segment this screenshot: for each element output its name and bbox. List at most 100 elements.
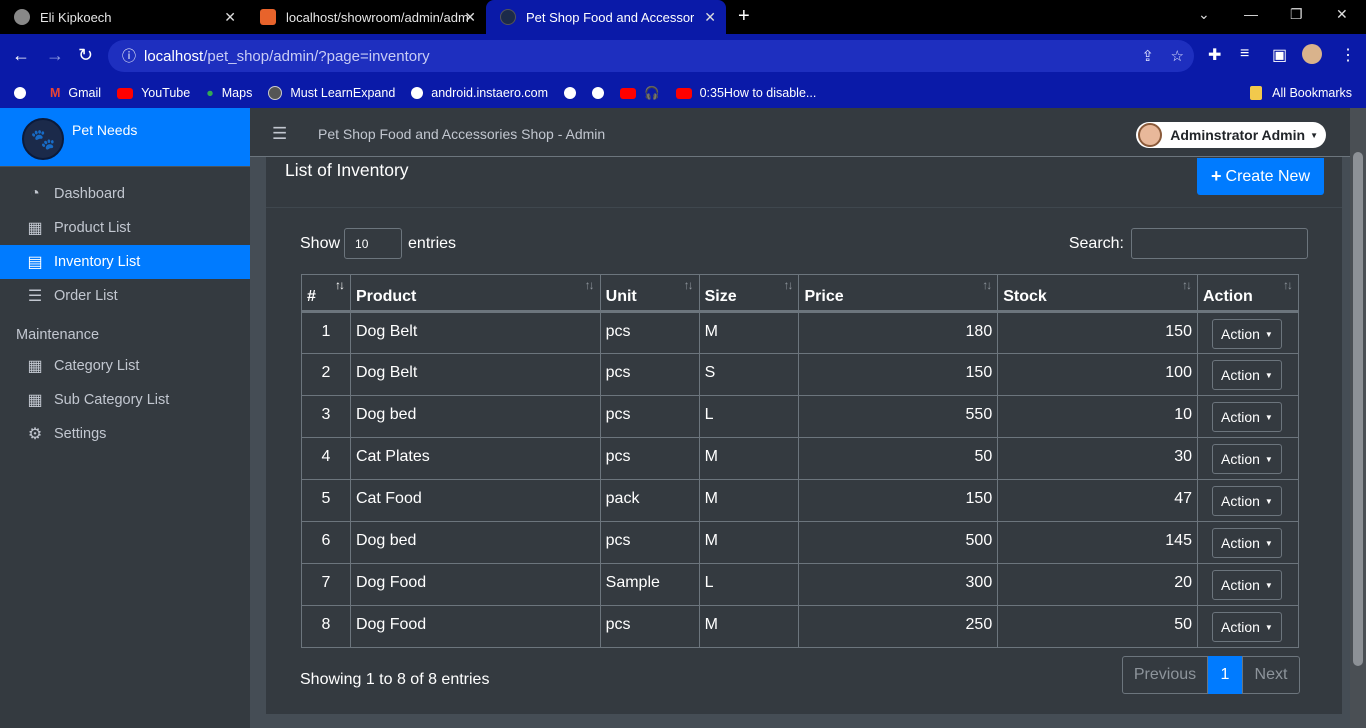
action-dropdown-button[interactable]: Action ▼ — [1211, 360, 1282, 390]
all-bookmarks-label: All Bookmarks — [1272, 86, 1352, 100]
column-header-number[interactable]: # ↑↓ — [301, 274, 351, 313]
sidebar-item-product-list[interactable]: ▦ Product List — [0, 211, 250, 245]
table-row: 7 Dog Food Sample L 300 20 Action ▼ — [301, 563, 1300, 606]
forward-icon[interactable]: → — [46, 45, 64, 66]
close-icon[interactable]: ✕ — [224, 9, 236, 26]
action-dropdown-button[interactable]: Action ▼ — [1211, 570, 1282, 600]
next-label: Next — [1254, 666, 1288, 683]
browser-tab[interactable]: Eli Kipkoech ✕ — [0, 0, 246, 34]
sidebar-item-label: Order List — [54, 288, 118, 304]
bookmark-item[interactable]: 🎧 — [620, 86, 660, 101]
cell-unit: pcs — [599, 353, 700, 396]
create-new-button[interactable]: + Create New — [1197, 158, 1324, 195]
star-icon[interactable]: ☆ — [1171, 47, 1184, 65]
page-number: 1 — [1220, 666, 1230, 683]
action-dropdown-button[interactable]: Action ▼ — [1211, 319, 1282, 349]
sort-icon: ↑↓ — [1283, 278, 1293, 292]
bookmark-item[interactable]: Must LearnExpand — [268, 86, 395, 100]
sidepanel-icon[interactable]: ▣ — [1272, 45, 1287, 65]
caret-down-icon: ▼ — [1264, 454, 1273, 464]
cell-unit: pcs — [599, 395, 700, 438]
youtube-icon — [675, 87, 692, 99]
browser-tab-active[interactable]: Pet Shop Food and Accessories S ✕ — [486, 0, 726, 34]
bookmark-gmail[interactable]: M Gmail — [50, 86, 101, 100]
back-icon[interactable]: ← — [12, 45, 30, 66]
action-dropdown-button[interactable]: Action ▼ — [1211, 528, 1282, 558]
action-dropdown-button[interactable]: Action ▼ — [1211, 486, 1282, 516]
cell-price: 150 — [798, 479, 999, 522]
close-icon[interactable]: ✕ — [704, 9, 716, 26]
column-header-price[interactable]: Price ↑↓ — [798, 274, 999, 313]
sort-icon: ↑↓ — [584, 278, 595, 292]
bookmark-maps[interactable]: ● Maps — [206, 86, 252, 100]
user-menu-button[interactable]: Adminstrator Admin ▼ — [1136, 122, 1326, 148]
header-label: # — [307, 287, 316, 305]
hamburger-menu-icon[interactable]: ☰ — [272, 124, 287, 144]
sidebar-item-order-list[interactable]: ☰ Order List — [0, 279, 250, 313]
page-1-button[interactable]: 1 — [1208, 656, 1242, 694]
clipboard-icon: ▤ — [27, 254, 43, 271]
sidebar-item-category-list[interactable]: ▦ Category List — [0, 349, 250, 383]
extensions-icon[interactable]: ✚ — [1208, 45, 1221, 65]
sidebar-item-dashboard[interactable]: ◔ Dashboard — [0, 177, 250, 211]
caret-down-icon: ▼ — [1264, 329, 1273, 339]
previous-page-button[interactable]: Previous — [1122, 656, 1208, 694]
share-icon[interactable]: ⇪ — [1141, 47, 1154, 65]
media-icon[interactable]: ≡ — [1240, 45, 1249, 63]
cell-number: 4 — [301, 437, 351, 480]
bookmark-item[interactable]: android.instaero.com — [411, 86, 548, 100]
browser-tab[interactable]: localhost/showroom/admin/adm ✕ — [246, 0, 486, 34]
sort-icon: ↑↓ — [1181, 278, 1192, 292]
cell-size: M — [698, 437, 800, 480]
restore-icon[interactable]: ❐ — [1290, 6, 1303, 23]
sidebar-item-settings[interactable]: ⚙ Settings — [0, 417, 250, 451]
entries-select[interactable]: 10 — [344, 228, 403, 259]
scrollbar-thumb[interactable] — [1353, 152, 1363, 666]
cell-size: M — [698, 311, 800, 354]
menu-dots-icon[interactable]: ⋮ — [1340, 45, 1356, 65]
action-dropdown-button[interactable]: Action ▼ — [1211, 444, 1282, 474]
column-header-stock[interactable]: Stock ↑↓ — [997, 274, 1198, 313]
bookmark-label: Must LearnExpand — [290, 86, 396, 100]
plus-icon: + — [1211, 166, 1222, 186]
action-dropdown-button[interactable]: Action ▼ — [1211, 402, 1282, 432]
cell-unit: pcs — [599, 605, 700, 648]
cell-price: 50 — [798, 437, 999, 480]
bookmark-item[interactable]: 0:35How to disable... — [675, 86, 816, 100]
cell-size: M — [698, 479, 800, 522]
content-wrapper: List of Inventory + Create New Show 10 e… — [250, 157, 1350, 728]
cell-action: Action ▼ — [1196, 437, 1300, 480]
column-header-unit[interactable]: Unit ↑↓ — [599, 274, 700, 313]
cell-number: 6 — [301, 521, 351, 564]
bookmark-item[interactable] — [564, 87, 577, 99]
column-header-size[interactable]: Size ↑↓ — [698, 274, 800, 313]
brand-link[interactable]: 🐾 Pet Needs — [0, 108, 250, 167]
bookmark-item[interactable] — [592, 87, 605, 99]
bookmark-label: Gmail — [68, 86, 102, 100]
minimize-icon[interactable]: — — [1244, 6, 1258, 22]
next-page-button[interactable]: Next — [1242, 656, 1300, 694]
table-row: 1 Dog Belt pcs M 180 150 Action ▼ — [301, 311, 1300, 354]
close-window-icon[interactable]: ✕ — [1336, 6, 1348, 23]
headphones-icon: 🎧 — [644, 85, 660, 100]
caret-down-icon: ▼ — [1264, 496, 1273, 506]
reload-icon[interactable]: ↻ — [78, 45, 93, 66]
chevron-down-icon[interactable]: ⌄ — [1198, 6, 1210, 23]
sidebar-item-inventory-list[interactable]: ▤ Inventory List — [0, 245, 250, 279]
close-icon[interactable]: ✕ — [464, 9, 476, 26]
profile-avatar-icon[interactable] — [1302, 44, 1322, 64]
cell-size: M — [698, 605, 800, 648]
cell-action: Action ▼ — [1196, 563, 1300, 606]
column-header-action[interactable]: Action ↑↓ — [1196, 274, 1300, 313]
search-input[interactable] — [1131, 228, 1308, 259]
gmail-icon: M — [50, 86, 61, 100]
column-header-product[interactable]: Product ↑↓ — [349, 274, 601, 313]
bookmark-item[interactable] — [14, 87, 34, 99]
bookmark-youtube[interactable]: YouTube — [117, 86, 190, 100]
action-dropdown-button[interactable]: Action ▼ — [1211, 612, 1282, 642]
cell-number: 5 — [301, 479, 351, 522]
sidebar-item-sub-category-list[interactable]: ▦ Sub Category List — [0, 383, 250, 417]
url-input[interactable]: ⓘ localhost/pet_shop/admin/?page=invento… — [108, 40, 1194, 72]
all-bookmarks[interactable]: All Bookmarks — [1250, 86, 1352, 100]
new-tab-icon[interactable]: + — [738, 5, 750, 28]
